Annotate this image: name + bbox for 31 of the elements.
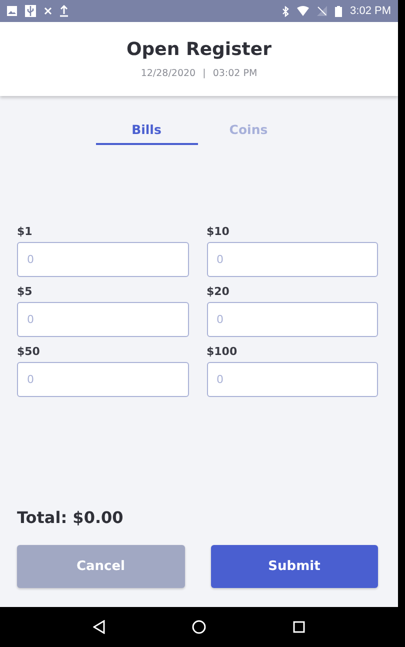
image-icon (7, 6, 17, 16)
input-field[interactable]: 0 (17, 362, 188, 397)
field-label: $100 (206, 345, 238, 358)
time-text: 03:02 PM (212, 68, 258, 79)
page-title: Open Register (126, 39, 272, 60)
input-field[interactable]: 0 (17, 242, 188, 277)
status-time: 3:02 PM (350, 5, 391, 17)
date-text: 12/28/2020 (140, 68, 196, 79)
input-field[interactable]: 0 (206, 362, 378, 397)
input-field[interactable]: 0 (206, 242, 378, 277)
field-label: $20 (206, 285, 230, 298)
back-icon[interactable] (93, 620, 106, 634)
recents-icon[interactable] (292, 621, 305, 633)
field-label: $10 (206, 225, 230, 238)
bluetooth-icon (282, 6, 290, 16)
wifi-icon (297, 6, 310, 16)
input-field[interactable]: 0 (206, 302, 378, 337)
no-signal-icon (317, 6, 328, 16)
battery-icon (335, 6, 342, 16)
separator-text: | (202, 68, 206, 79)
field-label: $5 (17, 285, 34, 298)
home-icon[interactable] (192, 620, 206, 634)
input-field[interactable]: 0 (17, 302, 188, 337)
usb-icon (25, 5, 36, 17)
total-text: Total: $0.00 (17, 508, 124, 527)
tab[interactable]: Bills (96, 120, 198, 145)
upload-icon (60, 5, 68, 17)
field-label: $50 (17, 345, 41, 358)
submit-button[interactable]: Submit (210, 545, 378, 588)
cross-icon (44, 7, 52, 15)
field-label: $1 (17, 225, 34, 238)
